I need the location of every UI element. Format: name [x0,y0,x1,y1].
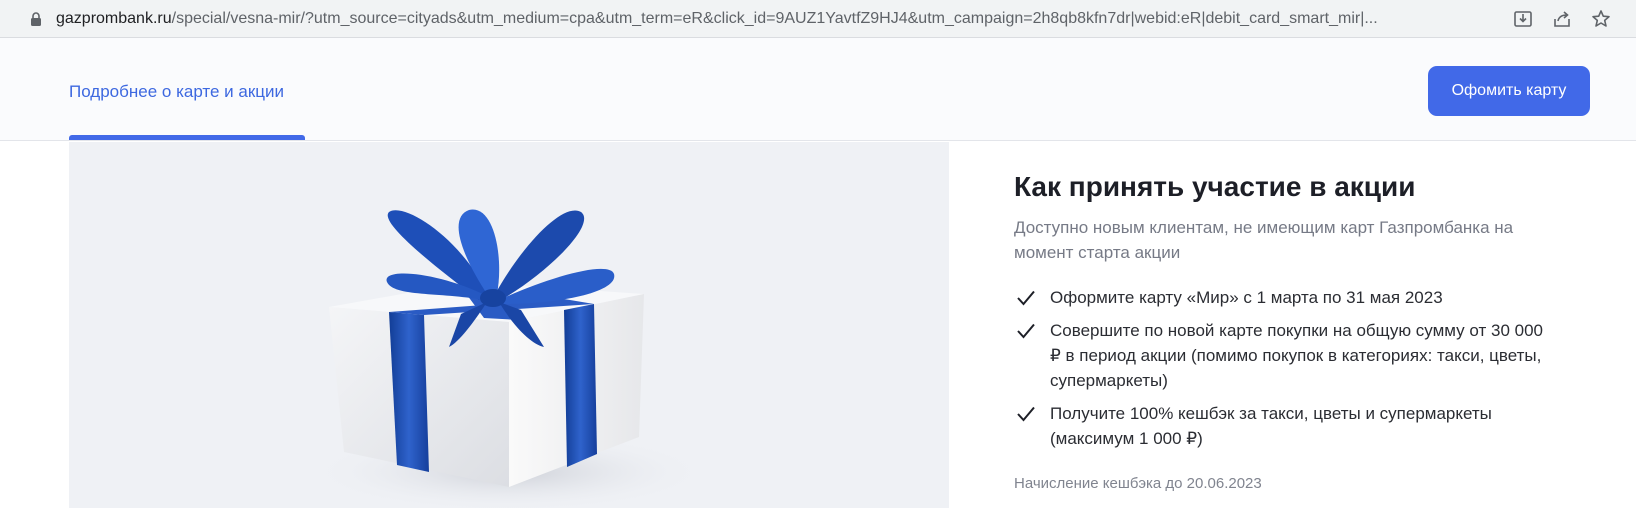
nav-active-underline [69,135,305,140]
cashback-date-note: Начисление кешбэка до 20.06.2023 [1014,475,1262,492]
bookmark-star-icon[interactable] [1590,8,1612,30]
step-text: Получите 100% кешбэк за такси, цветы и с… [1050,404,1492,448]
checkmark-icon [1017,406,1035,422]
browser-address-bar: gazprombank.ru/special/vesna-mir/?utm_so… [0,0,1636,38]
url-field[interactable]: gazprombank.ru/special/vesna-mir/?utm_so… [56,9,1496,29]
lock-icon [31,12,41,26]
promo-image-panel [69,142,949,508]
site-header: Подробнее о карте и акции Офомить карту [0,38,1636,141]
checkmark-icon [1017,290,1035,306]
step-text: Совершите по новой карте покупки на общу… [1050,321,1543,390]
step-text: Оформите карту «Мир» с 1 марта по 31 мая… [1050,288,1443,307]
apply-card-button[interactable]: Офомить карту [1428,66,1590,116]
nav-link-card-details[interactable]: Подробнее о карте и акции [69,81,284,103]
url-host: gazprombank.ru [56,10,172,27]
checkmark-icon [1017,323,1035,339]
list-item: Совершите по новой карте покупки на общу… [1014,318,1554,393]
section-title: Как принять участие в акции [1014,171,1416,202]
gift-box-image [309,209,709,508]
eligibility-text: Доступно новым клиентам, не имеющим карт… [1014,218,1514,262]
install-icon[interactable] [1512,8,1534,30]
url-path: /special/vesna-mir/?utm_source=cityads&u… [171,10,1378,27]
steps-list: Оформите карту «Мир» с 1 марта по 31 мая… [1014,285,1554,459]
share-icon[interactable] [1551,8,1573,30]
list-item: Оформите карту «Мир» с 1 марта по 31 мая… [1014,285,1554,310]
list-item: Получите 100% кешбэк за такси, цветы и с… [1014,401,1554,451]
